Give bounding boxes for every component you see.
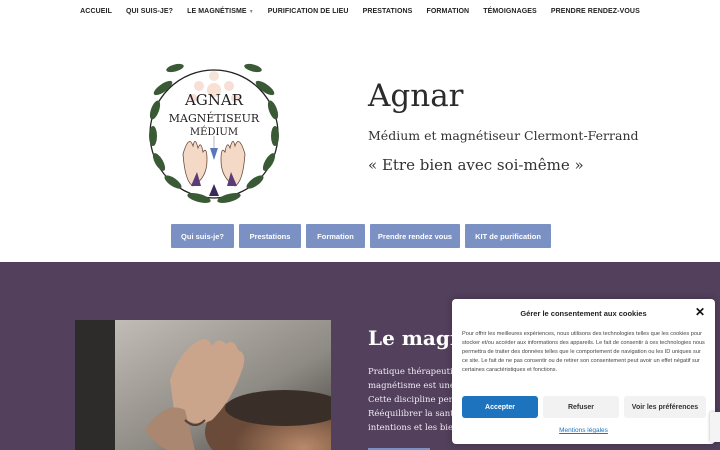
paragraph-line: intentions et les bien [368, 423, 458, 433]
rendez-vous-button[interactable]: Prendre rendez vous [370, 224, 460, 248]
site-quote: « Etre bien avec soi-même » [368, 156, 584, 174]
close-icon[interactable]: ✕ [694, 306, 706, 318]
section-paragraph: Pratique thérapeutique magnétisme est un… [368, 365, 458, 435]
cookie-text: Pour offrir les meilleures expériences, … [462, 331, 705, 373]
paragraph-line: Pratique thérapeutique [368, 367, 458, 377]
accept-button[interactable]: Accepter [462, 396, 538, 418]
recaptcha-badge[interactable] [710, 412, 720, 442]
main-navigation: ACCUEIL QUI SUIS-JE? LE MAGNÉTISME ▼ PURI… [0, 0, 720, 22]
paragraph-line: Rééquilibrer la santé [368, 409, 458, 419]
cookie-buttons: Accepter Refuser Voir les préférences [462, 396, 706, 418]
nav-item-formation[interactable]: FORMATION [419, 8, 476, 15]
nav-item-temoignages[interactable]: TÉMOIGNAGES [476, 8, 544, 15]
nav-item-label: LE MAGNÉTISME [187, 7, 247, 15]
nav-item-prestations[interactable]: PRESTATIONS [356, 8, 420, 15]
nav-item-qui-suis-je[interactable]: QUI SUIS-JE? [119, 8, 180, 15]
cookie-title: Gérer le consentement aux cookies [520, 309, 647, 318]
cookie-consent-panel: Gérer le consentement aux cookies ✕ Pour… [452, 299, 715, 444]
kit-purification-button[interactable]: KIT de purification [465, 224, 551, 248]
refuse-button[interactable]: Refuser [543, 396, 619, 418]
preferences-button[interactable]: Voir les préférences [624, 396, 706, 418]
nav-item-le-magnetisme[interactable]: LE MAGNÉTISME ▼ [180, 8, 261, 15]
site-subtitle: Médium et magnétiseur Clermont-Ferrand [368, 128, 639, 143]
paragraph-line: Cette discipline perm [368, 395, 458, 405]
site-logo[interactable]: AGNAR MAGNÉTISEUR MÉDIUM [143, 58, 285, 208]
chevron-down-icon: ▼ [248, 8, 254, 15]
paragraph-line: magnétisme est une s [368, 381, 458, 391]
logo-line1: AGNAR [184, 91, 244, 109]
prestations-button[interactable]: Prestations [239, 224, 301, 248]
quick-links: Qui suis-je? Prestations Formation Prend… [171, 224, 551, 248]
site-title: Agnar [368, 78, 464, 114]
qui-suis-je-button[interactable]: Qui suis-je? [171, 224, 234, 248]
nav-item-rendez-vous[interactable]: PRENDRE RENDEZ-VOUS [544, 8, 647, 15]
logo-line2: MAGNÉTISEUR [169, 111, 260, 125]
magnetisme-photo [75, 320, 331, 450]
logo-hands-pendulum-icon: AGNAR MAGNÉTISEUR MÉDIUM [149, 63, 279, 203]
formation-button[interactable]: Formation [306, 224, 365, 248]
legal-link[interactable]: Mentions légales [452, 427, 715, 434]
nav-item-accueil[interactable]: ACCUEIL [73, 8, 119, 15]
nav-item-purification[interactable]: PURIFICATION DE LIEU [261, 8, 356, 15]
